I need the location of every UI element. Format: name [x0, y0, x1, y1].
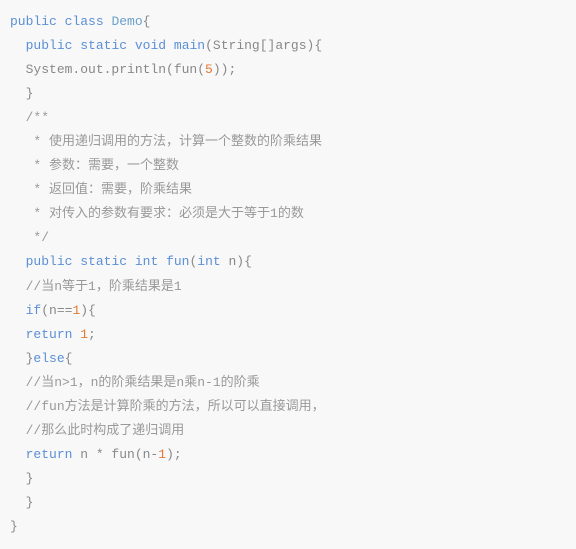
method-sig: n){	[221, 254, 252, 269]
comment-text: //fun方法是计算阶乘的方法，所以可以直接调用，	[26, 399, 325, 414]
comment-line: //当n>1，n的阶乘结果是n乘n-1的阶乘	[10, 371, 566, 395]
brace: }	[26, 86, 34, 101]
brace: {	[143, 14, 151, 29]
code-line: return 1;	[10, 323, 566, 347]
comment-text: //那么此时构成了递归调用	[26, 423, 185, 438]
code-line: if(n==1){	[10, 299, 566, 323]
javadoc-start: /**	[26, 110, 49, 125]
code-line: return n * fun(n-1);	[10, 443, 566, 467]
keyword-int: int	[135, 254, 158, 269]
expression: n * fun(n-	[72, 447, 158, 462]
keyword-return: return	[26, 447, 73, 462]
number-literal: 1	[80, 327, 88, 342]
keyword-class: class	[65, 14, 104, 29]
number-literal: 5	[205, 62, 213, 77]
call-end: );	[166, 447, 182, 462]
keyword-void: void	[135, 38, 166, 53]
comment-text: //当n>1，n的阶乘结果是n乘n-1的阶乘	[26, 375, 260, 390]
javadoc-text: * 返回值：需要，阶乘结果	[26, 182, 192, 197]
javadoc-text: * 使用递归调用的方法，计算一个整数的阶乘结果	[26, 134, 322, 149]
brace: ){	[80, 303, 96, 318]
brace: }	[26, 471, 34, 486]
semicolon: ;	[88, 327, 96, 342]
comment-line: * 返回值：需要，阶乘结果	[10, 178, 566, 202]
keyword-int: int	[197, 254, 220, 269]
keyword-static: static	[80, 38, 127, 53]
comment-line: //当n等于1，阶乘结果是1	[10, 275, 566, 299]
javadoc-text: * 参数：需要，一个整数	[26, 158, 179, 173]
comment-line: //那么此时构成了递归调用	[10, 419, 566, 443]
keyword-else: else	[33, 351, 64, 366]
number-literal: 1	[158, 447, 166, 462]
call-end: ));	[213, 62, 236, 77]
brace: }	[26, 495, 34, 510]
comment-line: /**	[10, 106, 566, 130]
comment-text: //当n等于1，阶乘结果是1	[26, 279, 182, 294]
keyword-if: if	[26, 303, 42, 318]
comment-line: */	[10, 226, 566, 250]
method-main: main	[174, 38, 205, 53]
code-line: System.out.println(fun(5));	[10, 58, 566, 82]
code-line: }	[10, 491, 566, 515]
code-line: public class Demo{	[10, 10, 566, 34]
keyword-return: return	[26, 327, 73, 342]
code-line: }	[10, 82, 566, 106]
code-line: public static int fun(int n){	[10, 250, 566, 274]
condition: (n==	[41, 303, 72, 318]
code-line: public static void main(String[]args){	[10, 34, 566, 58]
keyword-public: public	[26, 38, 73, 53]
comment-line: //fun方法是计算阶乘的方法，所以可以直接调用，	[10, 395, 566, 419]
method-sig: (String[]args){	[205, 38, 322, 53]
brace: {	[65, 351, 73, 366]
class-name: Demo	[111, 14, 142, 29]
comment-line: * 使用递归调用的方法，计算一个整数的阶乘结果	[10, 130, 566, 154]
keyword-public: public	[10, 14, 57, 29]
method-fun: fun	[166, 254, 189, 269]
keyword-public: public	[26, 254, 73, 269]
code-line: }	[10, 515, 566, 539]
brace: }	[10, 519, 18, 534]
comment-line: * 对传入的参数有要求：必须是大于等于1的数	[10, 202, 566, 226]
call-text: System.out.println(fun(	[26, 62, 205, 77]
code-line: }	[10, 467, 566, 491]
comment-line: * 参数：需要，一个整数	[10, 154, 566, 178]
code-block: public class Demo{ public static void ma…	[10, 10, 566, 539]
javadoc-end: */	[26, 230, 49, 245]
keyword-static: static	[80, 254, 127, 269]
code-line: }else{	[10, 347, 566, 371]
javadoc-text: * 对传入的参数有要求：必须是大于等于1的数	[26, 206, 304, 221]
